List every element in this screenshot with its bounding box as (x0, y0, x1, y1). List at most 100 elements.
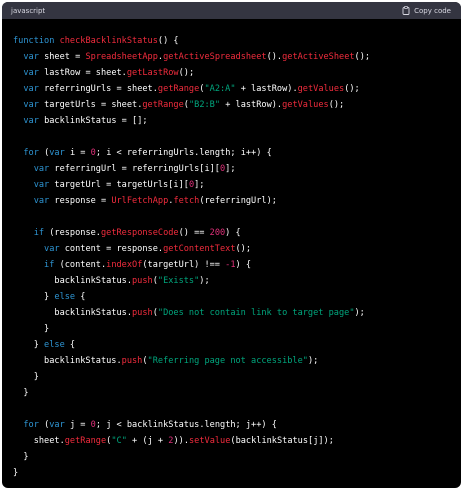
code-line: } (13, 465, 461, 481)
function-name: setValue (189, 436, 231, 446)
keyword: var (49, 148, 65, 158)
string-literal: "Does not contain link to target page" (157, 308, 355, 318)
code-text: } (13, 324, 50, 334)
code-text: ( (38, 148, 50, 158)
code-text: (); (354, 52, 371, 62)
code-line: if (response.getResponseCode() == 200) { (13, 225, 461, 241)
code-line: for (var j = 0; j < backlinkStatus.lengt… (13, 417, 461, 433)
code-text: } (13, 388, 29, 398)
code-line: } else { (13, 337, 461, 353)
keyword: var (23, 68, 39, 78)
copy-code-button[interactable]: Copy code (402, 6, 451, 15)
code-text: sheet = (38, 52, 86, 62)
code-line: } (13, 321, 461, 337)
function-name: getResponseCode (100, 228, 179, 238)
code-text: () == (178, 228, 210, 238)
code-text: ( (38, 420, 50, 430)
code-line: var targetUrl = targetUrls[i][0]; (13, 177, 461, 193)
code-text: ) { (235, 260, 252, 270)
code-text: ); (354, 308, 365, 318)
code-line: var content = response.getContentText(); (13, 241, 461, 257)
keyword: var (49, 420, 65, 430)
number-literal: -1 (225, 260, 236, 270)
code-line: var referringUrl = referringUrls[i][0]; (13, 161, 461, 177)
function-name: checkBacklinkStatus (59, 36, 158, 46)
string-literal: "Exists" (157, 276, 200, 286)
function-name: push (121, 356, 143, 366)
code-text: backlinkStatus. (13, 276, 132, 286)
keyword: var (23, 84, 39, 94)
code-line: if (content.indexOf(targetUrl) !== -1) { (13, 257, 461, 273)
code-text: (referringUrl); (199, 196, 277, 206)
code-line: backlinkStatus.push("Does not contain li… (13, 305, 461, 321)
function-name: getContentText (163, 244, 236, 254)
function-name: getLastRow (126, 68, 179, 78)
string-literal: "B2:B" (188, 100, 221, 110)
code-line: var targetUrls = sheet.getRange("B2:B" +… (13, 97, 461, 113)
string-literal: "A2:A" (204, 84, 236, 94)
code-text: (response. (44, 228, 101, 238)
code-text: (content. (54, 260, 107, 270)
code-block: javascript Copy code function checkBackl… (2, 2, 461, 488)
function-name: SpreadsheetApp (85, 52, 158, 62)
code-line: var response = UrlFetchApp.fetch(referri… (13, 193, 461, 209)
function-name: push (132, 276, 153, 286)
code-text: referringUrls = sheet. (38, 84, 158, 94)
code-line: } (13, 385, 461, 401)
number-literal: 200 (209, 228, 226, 238)
string-literal: "Referring page not accessible" (147, 356, 308, 366)
code-text: sheet. (13, 436, 65, 446)
code-text: response = (49, 196, 112, 206)
keyword: var (44, 244, 60, 254)
code-text: backlinkStatus. (13, 356, 122, 366)
code-line: function checkBacklinkStatus() { (13, 33, 461, 49)
code-line: sheet.getRange("C" + (j + 2)).setValue(b… (13, 433, 461, 449)
code-text: backlinkStatus = []; (38, 116, 148, 126)
keyword: if (33, 228, 45, 238)
code-text: { (64, 340, 76, 350)
code-text: (); (235, 244, 252, 254)
code-line: backlinkStatus.push("Exists"); (13, 273, 461, 289)
code-text: targetUrl = targetUrls[i][ (49, 180, 189, 190)
code-text: ]; (225, 164, 236, 174)
code-line: var referringUrls = sheet.getRange("A2:A… (13, 81, 461, 97)
function-name: fetch (173, 196, 200, 206)
code-text: (). (266, 52, 283, 62)
code-line: } (13, 449, 461, 465)
code-text: ]; (194, 180, 205, 190)
code-line: var sheet = SpreadsheetApp.getActiveSpre… (13, 49, 461, 65)
code-line: var backlinkStatus = []; (13, 113, 461, 129)
code-text: lastRow = sheet. (38, 68, 127, 78)
code-text: + (j + (126, 436, 169, 446)
keyword: else (44, 340, 65, 350)
code-line: for (var i = 0; i < referringUrls.length… (13, 145, 461, 161)
function-name: getValues (282, 100, 329, 110)
keyword: var (23, 100, 39, 110)
keyword: var (33, 164, 50, 174)
code-text: ); (307, 356, 319, 366)
code-text: } (13, 468, 19, 478)
function-name: getRange (142, 100, 184, 110)
code-text: (); (328, 100, 345, 110)
code-text: } (13, 292, 55, 302)
keyword: for (23, 148, 39, 158)
code-text: referringUrl = referringUrls[i][ (49, 164, 220, 174)
code-line: } else { (13, 289, 461, 305)
copy-code-label: Copy code (414, 6, 451, 15)
keyword: else (54, 292, 76, 302)
code-text: ); (199, 276, 210, 286)
function-name: getActiveSheet (282, 52, 355, 62)
code-text: ; i < referringUrls.length; i++) { (95, 148, 272, 158)
code-text: } (13, 452, 29, 462)
code-text: () { (157, 36, 179, 46)
